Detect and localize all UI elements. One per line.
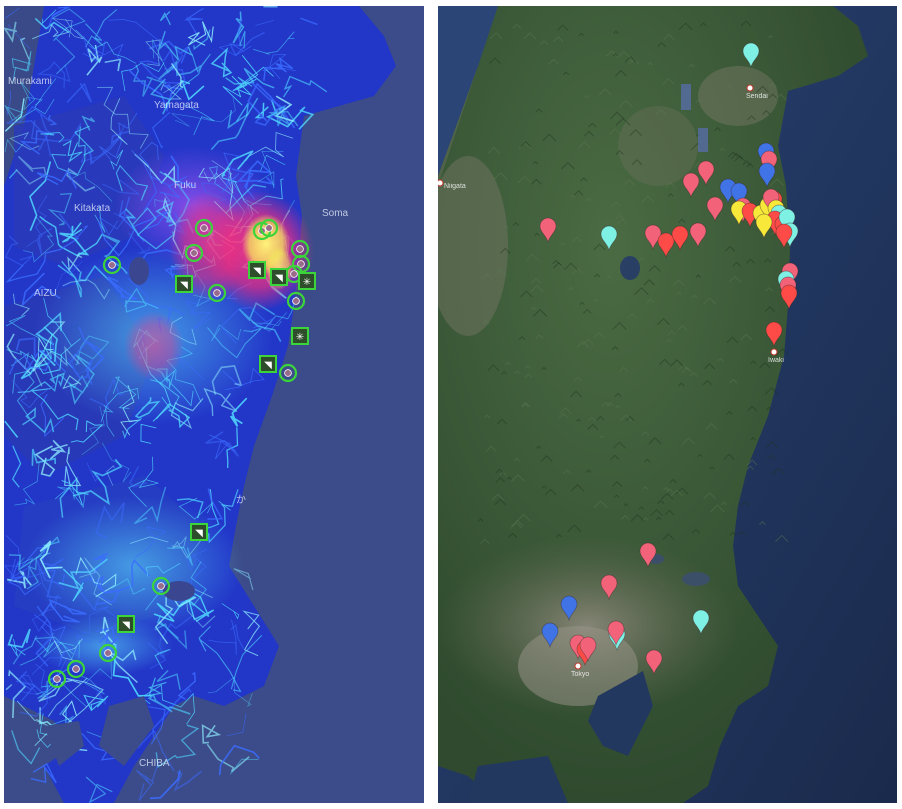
svg-text:✳: ✳ (303, 277, 311, 288)
satellite-map[interactable]: Sendai Niigata Iwaki Tokyo (438, 6, 897, 803)
svg-text:✳: ✳ (296, 332, 304, 343)
wifi-sensor-icon[interactable]: ◥ (270, 268, 288, 286)
snowflake-sensor-icon[interactable]: ✳ (298, 272, 316, 290)
svg-text:◥: ◥ (195, 528, 203, 539)
place-label-aizu: AIZU (34, 288, 57, 299)
lake-inawashiro (129, 257, 149, 285)
place-label-ka: か (236, 494, 246, 506)
place-label-tokyo: Tokyo (571, 671, 589, 678)
svg-text:◥: ◥ (122, 620, 130, 631)
svg-text:◥: ◥ (180, 280, 188, 291)
place-label-iwaki: Iwaki (768, 357, 784, 364)
place-label-niigata: Niigata (444, 183, 466, 190)
city-dot-niigata (438, 179, 444, 187)
svg-text:◥: ◥ (275, 273, 283, 284)
svg-text:◥: ◥ (253, 266, 261, 277)
place-label-murakami: Murakami (8, 76, 52, 87)
panel-divider (424, 0, 438, 809)
valley (618, 106, 698, 186)
city-dot-sendai (746, 84, 754, 92)
place-label-kitakata: Kitakata (74, 203, 111, 214)
place-label-fukushima: Fuku (174, 180, 196, 191)
wifi-sensor-icon[interactable]: ◥ (259, 355, 277, 373)
overlay-tile (698, 128, 708, 152)
wifi-sensor-icon[interactable]: ◥ (248, 261, 266, 279)
overlay-tile (681, 84, 691, 110)
place-label-soma: Soma (322, 208, 349, 219)
radiation-heatmap-panel[interactable]: Murakami Kitakata Soma Yamagata Fuku AIZ… (4, 6, 424, 803)
place-label-sendai: Sendai (746, 93, 768, 100)
wifi-sensor-icon[interactable]: ◥ (175, 275, 193, 293)
radiation-heatmap-map[interactable]: Murakami Kitakata Soma Yamagata Fuku AIZ… (4, 6, 424, 803)
radiation-hotspot (124, 311, 184, 381)
satellite-map-panel[interactable]: Sendai Niigata Iwaki Tokyo (438, 6, 897, 803)
wifi-sensor-icon[interactable]: ◥ (190, 523, 208, 541)
city-dot-tokyo (574, 662, 582, 670)
wifi-sensor-icon[interactable]: ◥ (117, 615, 135, 633)
lake-inawashiro (620, 256, 640, 280)
city-dot-iwaki (770, 348, 778, 356)
snowflake-sensor-icon[interactable]: ✳ (291, 327, 309, 345)
place-label-chiba: CHIBA (139, 758, 170, 769)
place-label-yamagata: Yamagata (154, 100, 199, 111)
svg-text:◥: ◥ (264, 360, 272, 371)
lake-kasumigaura (682, 572, 710, 586)
